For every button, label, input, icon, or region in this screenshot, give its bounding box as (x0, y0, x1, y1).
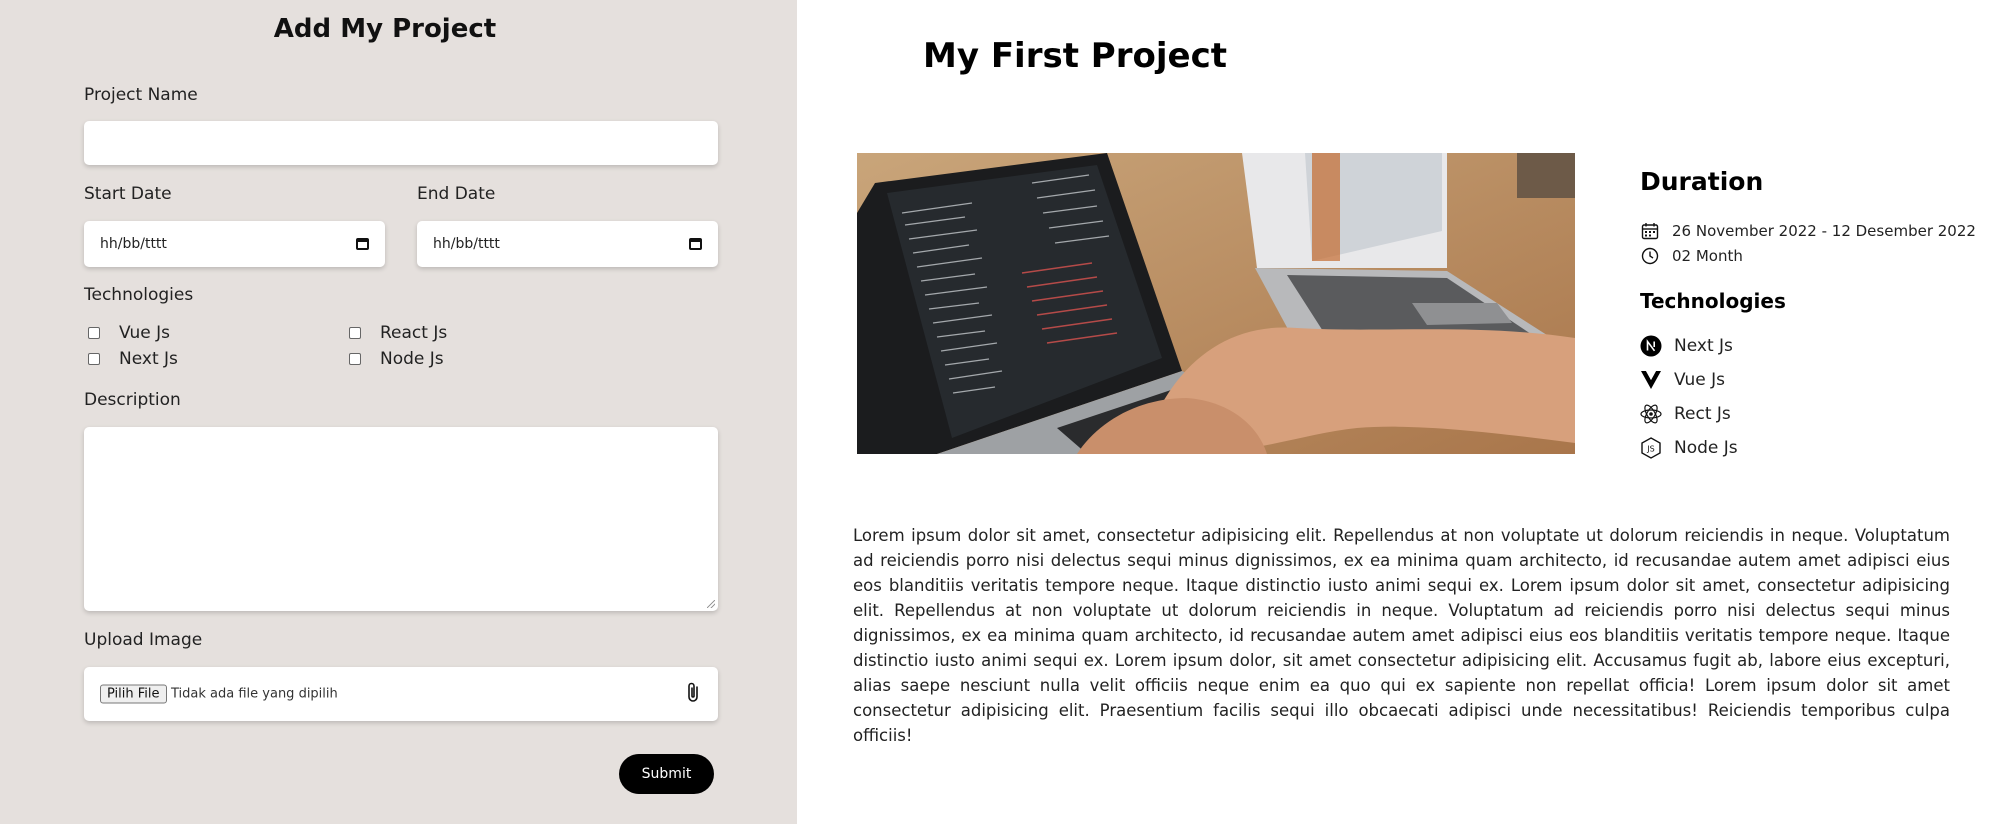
technologies-heading: Technologies (1640, 289, 1786, 313)
checkbox[interactable] (349, 327, 361, 339)
checkbox-vue-js[interactable]: Vue Js (88, 323, 170, 343)
tech-name: Next Js (1674, 336, 1733, 356)
project-image (857, 153, 1575, 454)
checkbox[interactable] (88, 327, 100, 339)
start-date-placeholder: hh/bb/tttt (100, 236, 167, 252)
file-status-text: Tidak ada file yang dipilih (171, 686, 338, 702)
upload-image-field: Pilih File Tidak ada file yang dipilih (84, 667, 718, 721)
calendar-icon[interactable] (356, 238, 369, 250)
checkbox-label: Vue Js (119, 323, 170, 343)
date-range-text: 26 November 2022 - 12 Desember 2022 (1672, 222, 1976, 240)
resize-handle[interactable] (707, 600, 715, 608)
duration-row: 02 Month (1640, 246, 1743, 266)
description-label: Description (84, 390, 181, 410)
tech-name: Rect Js (1674, 404, 1731, 424)
choose-file-button[interactable]: Pilih File (100, 684, 167, 704)
end-date-input[interactable]: hh/bb/tttt (417, 221, 718, 267)
checkbox-label: React Js (380, 323, 448, 343)
project-description: Lorem ipsum dolor sit amet, consectetur … (853, 526, 1950, 745)
tech-item-vue-js: Vue Js (1640, 369, 1725, 391)
react-icon (1640, 403, 1662, 425)
paperclip-icon[interactable] (686, 681, 700, 707)
checkbox-label: Next Js (119, 349, 178, 369)
tech-item-node-js: JS Node Js (1640, 437, 1738, 459)
start-date-label: Start Date (84, 184, 172, 204)
tech-name: Node Js (1674, 438, 1738, 458)
description-field (84, 427, 718, 611)
date-range: 26 November 2022 - 12 Desember 2022 (1640, 221, 1976, 241)
upload-image-label: Upload Image (84, 630, 203, 650)
nextjs-icon (1640, 335, 1662, 357)
form-title: Add My Project (273, 14, 497, 44)
calendar-icon[interactable] (689, 238, 702, 250)
project-title: My First Project (923, 36, 1227, 76)
vuejs-icon (1640, 369, 1662, 391)
clock-icon (1640, 246, 1660, 266)
checkbox-react-js[interactable]: React Js (349, 323, 447, 343)
end-date-label: End Date (417, 184, 496, 204)
technologies-label: Technologies (84, 285, 194, 305)
nodejs-icon: JS (1640, 437, 1662, 459)
tech-name: Vue Js (1674, 370, 1725, 390)
project-name-input[interactable] (84, 121, 718, 165)
tech-item-react: Rect Js (1640, 403, 1731, 425)
checkbox-next-js[interactable]: Next Js (88, 349, 178, 369)
add-project-form: Add My Project Project Name Start Date h… (0, 0, 797, 824)
checkbox-node-js[interactable]: Node Js (349, 349, 444, 369)
duration-heading: Duration (1640, 167, 1764, 196)
checkbox[interactable] (349, 353, 361, 365)
start-date-input[interactable]: hh/bb/tttt (84, 221, 385, 267)
checkbox[interactable] (88, 353, 100, 365)
calendar-icon (1640, 221, 1660, 241)
project-name-label: Project Name (84, 85, 198, 105)
end-date-placeholder: hh/bb/tttt (433, 236, 500, 252)
project-name-field (84, 121, 718, 165)
tech-item-next-js: Next Js (1640, 335, 1733, 357)
description-textarea[interactable] (84, 427, 718, 611)
checkbox-label: Node Js (380, 349, 444, 369)
duration-text: 02 Month (1672, 247, 1743, 265)
submit-button[interactable]: Submit (619, 754, 714, 794)
svg-text:JS: JS (1646, 445, 1654, 454)
